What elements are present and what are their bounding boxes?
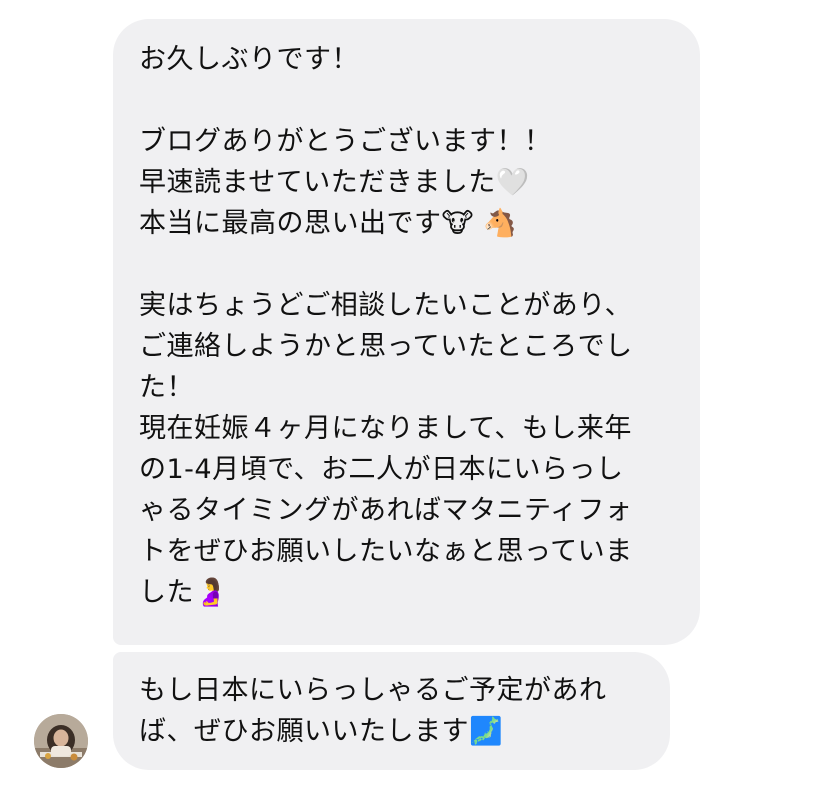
message-line: の1-4月頃で、お二人が日本にいらっし: [139, 454, 624, 485]
avatar[interactable]: [34, 714, 88, 768]
message-line: 早速読ませていただきました🤍: [139, 167, 530, 198]
message-line: お久しぶりです！: [139, 44, 359, 75]
message-line: もし日本にいらっしゃるご予定があれ: [139, 675, 607, 706]
message-line: 現在妊娠４ヶ月になりまして、もし来年: [139, 413, 632, 444]
message-thread: お久しぶりです！ ブログありがとうございます！！ 早速読ませていただきました🤍 …: [0, 0, 828, 792]
message-line: ブログありがとうございます！！: [139, 126, 552, 157]
message-line: した🤰: [139, 577, 229, 608]
message-line: た！: [139, 372, 194, 403]
message-bubble[interactable]: お久しぶりです！ ブログありがとうございます！！ 早速読ませていただきました🤍 …: [113, 19, 700, 645]
message-line: 本当に最高の思い出です🐮 🐴: [139, 208, 518, 239]
message-line: ゃるタイミングがあればマタニティフォ: [139, 495, 633, 526]
message-line: トをぜひお願いしたいなぁと思っていま: [139, 536, 633, 567]
message-line: ば、ぜひお願いいたします🗾: [139, 716, 504, 747]
message-bubble[interactable]: もし日本にいらっしゃるご予定があれ ば、ぜひお願いいたします🗾: [113, 652, 670, 770]
message-line: 実はちょうどご相談したいことがあり、: [139, 290, 633, 321]
message-line: ご連絡しようかと思っていたところでし: [139, 331, 633, 362]
person-photo-avatar-icon: [34, 714, 88, 768]
